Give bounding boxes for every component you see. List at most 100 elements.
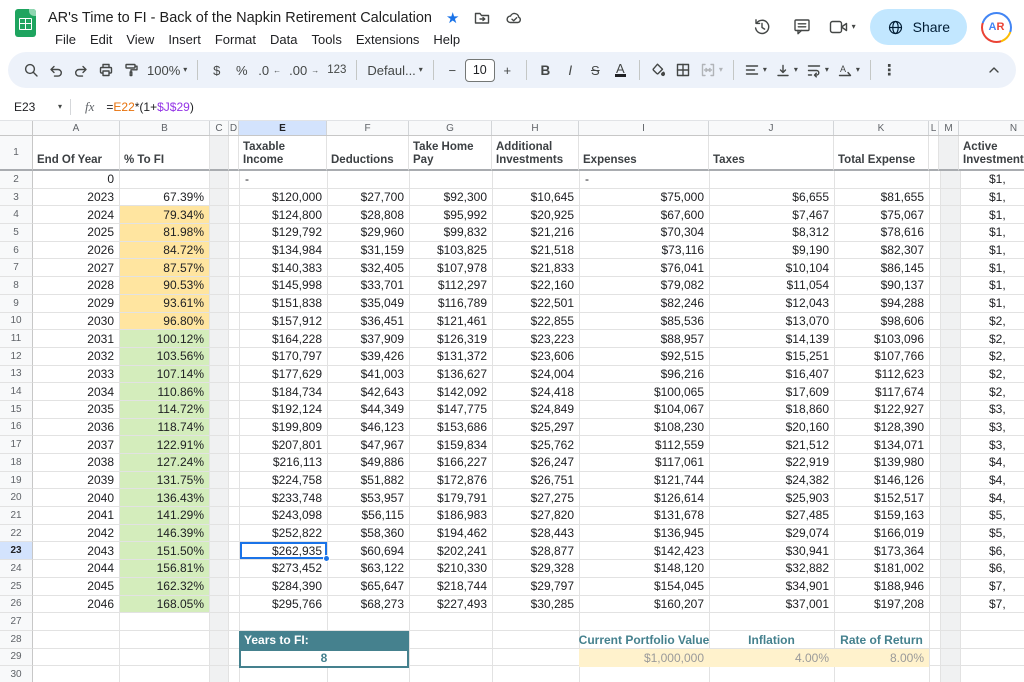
cell-G7[interactable]: $107,978: [410, 259, 493, 277]
cell-C9[interactable]: [210, 295, 229, 313]
cell-B21[interactable]: 141.29%: [120, 507, 210, 525]
sheets-logo[interactable]: [15, 9, 36, 37]
row-header-5[interactable]: 5: [0, 224, 33, 242]
cell-D4[interactable]: [229, 206, 240, 224]
cell-E21[interactable]: $243,098: [240, 507, 328, 525]
cell-I6[interactable]: $73,116: [580, 242, 710, 260]
cell-H15[interactable]: $24,849: [493, 401, 580, 419]
cell-L22[interactable]: [930, 525, 941, 543]
cell-L6[interactable]: [930, 242, 941, 260]
cell-B3[interactable]: 67.39%: [120, 189, 210, 207]
cell-J30[interactable]: [710, 666, 835, 682]
cell-K13[interactable]: $112,623: [835, 366, 930, 384]
row-header-1[interactable]: 1: [0, 136, 33, 171]
cell-K10[interactable]: $98,606: [835, 313, 930, 331]
row-header-12[interactable]: 12: [0, 348, 33, 366]
cell-G16[interactable]: $153,686: [410, 419, 493, 437]
cell-E11[interactable]: $164,228: [240, 330, 328, 348]
cell-J21[interactable]: $27,485: [710, 507, 835, 525]
cell-M15[interactable]: [941, 401, 961, 419]
cell-N21[interactable]: $5,: [961, 507, 1024, 525]
cell-D12[interactable]: [229, 348, 240, 366]
cell-N27[interactable]: [961, 613, 1024, 631]
cell-N17[interactable]: $3,: [961, 436, 1024, 454]
cell-D9[interactable]: [229, 295, 240, 313]
cell-E13[interactable]: $177,629: [240, 366, 328, 384]
row-header-21[interactable]: 21: [0, 507, 33, 525]
cell-B18[interactable]: 127.24%: [120, 454, 210, 472]
cell-N7[interactable]: $1,: [961, 259, 1024, 277]
column-header-G[interactable]: G: [409, 121, 492, 135]
cell-C15[interactable]: [210, 401, 229, 419]
cell-B14[interactable]: 110.86%: [120, 383, 210, 401]
cell-I16[interactable]: $108,230: [580, 419, 710, 437]
cell-L2[interactable]: [930, 171, 941, 189]
cell-A18[interactable]: 2038: [33, 454, 120, 472]
text-rotation-button[interactable]: A ▾: [833, 57, 864, 83]
cell-L29[interactable]: [930, 649, 941, 667]
cell-A8[interactable]: 2028: [33, 277, 120, 295]
cell-F3[interactable]: $27,700: [328, 189, 410, 207]
cell-L17[interactable]: [930, 436, 941, 454]
cell-A24[interactable]: 2044: [33, 560, 120, 578]
cell-H5[interactable]: $21,216: [493, 224, 580, 242]
cell-D2[interactable]: [229, 171, 240, 189]
cell-N26[interactable]: $7,: [961, 596, 1024, 614]
cell-A10[interactable]: 2030: [33, 313, 120, 331]
cell-A26[interactable]: 2046: [33, 596, 120, 614]
column-header-D[interactable]: D: [229, 121, 239, 135]
cell-G24[interactable]: $210,330: [410, 560, 493, 578]
cell-J15[interactable]: $18,860: [710, 401, 835, 419]
cell-F15[interactable]: $44,349: [328, 401, 410, 419]
cell-E3[interactable]: $120,000: [240, 189, 328, 207]
font-size-input[interactable]: 10: [465, 59, 495, 82]
cell-N19[interactable]: $4,: [961, 472, 1024, 490]
cell-C7[interactable]: [210, 259, 229, 277]
cell-K27[interactable]: [835, 613, 930, 631]
cell-D23[interactable]: [229, 542, 240, 560]
cell-G22[interactable]: $194,462: [410, 525, 493, 543]
move-folder-icon[interactable]: [473, 9, 491, 27]
cell-M7[interactable]: [941, 259, 961, 277]
cell-N11[interactable]: $2,: [961, 330, 1024, 348]
row-header-20[interactable]: 20: [0, 489, 33, 507]
cell-E24[interactable]: $273,452: [240, 560, 328, 578]
borders-button[interactable]: [671, 57, 696, 83]
cell-G21[interactable]: $186,983: [410, 507, 493, 525]
cell-C27[interactable]: [210, 613, 229, 631]
cell-E19[interactable]: $224,758: [240, 472, 328, 490]
cell-E14[interactable]: $184,734: [240, 383, 328, 401]
cell-I25[interactable]: $154,045: [580, 578, 710, 596]
cell-B6[interactable]: 84.72%: [120, 242, 210, 260]
cell-A11[interactable]: 2031: [33, 330, 120, 348]
cell-G14[interactable]: $142,092: [410, 383, 493, 401]
select-all-corner[interactable]: [0, 121, 33, 135]
cell-M2[interactable]: [941, 171, 961, 189]
cell-J27[interactable]: [710, 613, 835, 631]
cell-K25[interactable]: $188,946: [835, 578, 930, 596]
cell-F27[interactable]: [328, 613, 410, 631]
cell-M20[interactable]: [941, 489, 961, 507]
cell-J3[interactable]: $6,655: [710, 189, 835, 207]
cell-G30[interactable]: [410, 666, 493, 682]
strikethrough-button[interactable]: S: [583, 57, 608, 83]
cell-C2[interactable]: [210, 171, 229, 189]
redo-button[interactable]: [68, 57, 93, 83]
cell-L3[interactable]: [930, 189, 941, 207]
cell-K7[interactable]: $86,145: [835, 259, 930, 277]
cell-M4[interactable]: [941, 206, 961, 224]
cell-B19[interactable]: 131.75%: [120, 472, 210, 490]
cell-H19[interactable]: $26,751: [493, 472, 580, 490]
cell-B28[interactable]: [120, 631, 210, 649]
cell-D6[interactable]: [229, 242, 240, 260]
cell-J5[interactable]: $8,312: [710, 224, 835, 242]
cell-I18[interactable]: $117,061: [580, 454, 710, 472]
cloud-saved-icon[interactable]: [505, 9, 524, 27]
cell-C14[interactable]: [210, 383, 229, 401]
cell-B7[interactable]: 87.57%: [120, 259, 210, 277]
cell-C20[interactable]: [210, 489, 229, 507]
cell-E10[interactable]: $157,912: [240, 313, 328, 331]
cell-G17[interactable]: $159,834: [410, 436, 493, 454]
cell-H8[interactable]: $22,160: [493, 277, 580, 295]
years-to-fi-label[interactable]: Years to FI:: [239, 631, 409, 649]
